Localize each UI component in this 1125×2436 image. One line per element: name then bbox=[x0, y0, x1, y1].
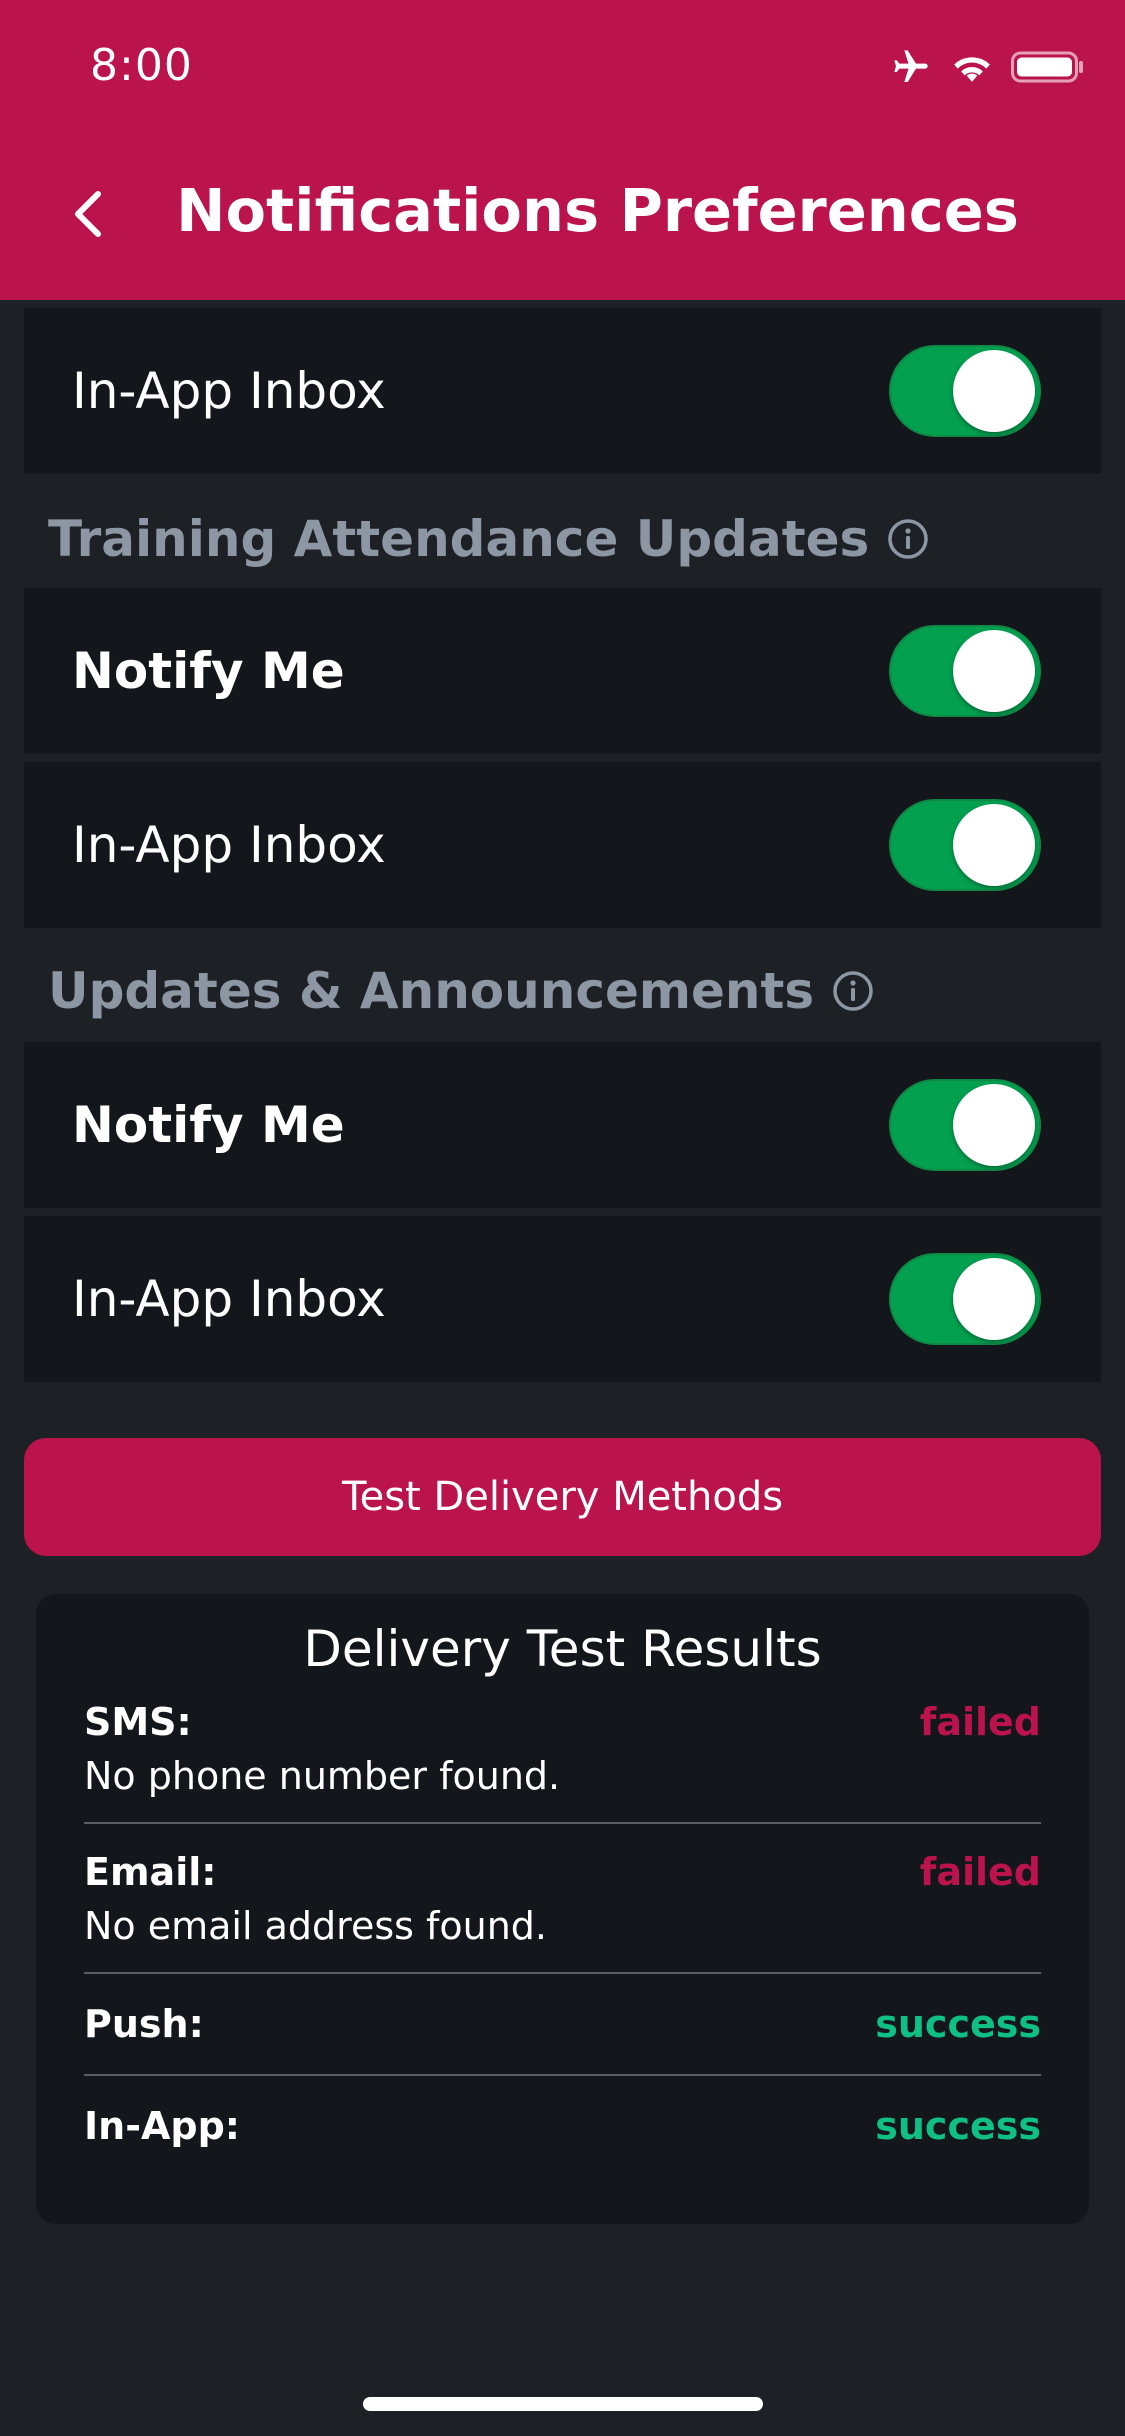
status-badge: success bbox=[875, 2104, 1041, 2148]
in-app-inbox-toggle[interactable] bbox=[889, 345, 1041, 437]
in-app-inbox-toggle[interactable] bbox=[889, 799, 1041, 891]
info-icon[interactable] bbox=[832, 970, 874, 1012]
result-item-in-app: In-App: success bbox=[84, 2076, 1041, 2176]
header: 8:00 Notifications Preferences bbox=[0, 0, 1125, 300]
status-badge: failed bbox=[919, 1850, 1041, 1894]
row-label: Notify Me bbox=[72, 642, 345, 700]
results-title: Delivery Test Results bbox=[303, 1620, 822, 1678]
toggle-knob bbox=[953, 1084, 1035, 1166]
section-title-training: Training Attendance Updates bbox=[48, 510, 929, 568]
row-label: Notify Me bbox=[72, 1096, 345, 1154]
result-detail: No email address found. bbox=[84, 1904, 547, 1948]
in-app-inbox-row: In-App Inbox bbox=[24, 308, 1101, 474]
notify-me-row: Notify Me bbox=[24, 1042, 1101, 1208]
notify-me-toggle[interactable] bbox=[889, 625, 1041, 717]
toggle-knob bbox=[953, 804, 1035, 886]
home-indicator bbox=[363, 2397, 763, 2411]
row-label: In-App Inbox bbox=[72, 362, 386, 420]
section-title-label: Updates & Announcements bbox=[48, 962, 815, 1020]
status-badge: failed bbox=[919, 1700, 1041, 1744]
in-app-inbox-row: In-App Inbox bbox=[24, 762, 1101, 928]
notify-me-row: Notify Me bbox=[24, 588, 1101, 754]
toggle-knob bbox=[953, 630, 1035, 712]
result-name: Push: bbox=[84, 2002, 204, 2046]
delivery-test-results-card: Delivery Test Results SMS: failed No pho… bbox=[36, 1594, 1089, 2224]
in-app-inbox-toggle[interactable] bbox=[889, 1253, 1041, 1345]
result-name: Email: bbox=[84, 1850, 217, 1894]
result-item-push: Push: success bbox=[84, 1974, 1041, 2076]
toggle-knob bbox=[953, 1258, 1035, 1340]
test-delivery-methods-button[interactable]: Test Delivery Methods bbox=[24, 1438, 1101, 1556]
result-name: SMS: bbox=[84, 1700, 192, 1744]
status-icons bbox=[889, 46, 1085, 92]
notify-me-toggle[interactable] bbox=[889, 1079, 1041, 1171]
result-name: In-App: bbox=[84, 2104, 240, 2148]
airplane-icon bbox=[889, 47, 933, 91]
toggle-knob bbox=[953, 350, 1035, 432]
result-item-sms: SMS: failed No phone number found. bbox=[84, 1694, 1041, 1824]
in-app-inbox-row: In-App Inbox bbox=[24, 1216, 1101, 1382]
wifi-icon bbox=[951, 49, 993, 89]
battery-icon bbox=[1011, 49, 1085, 89]
result-item-email: Email: failed No email address found. bbox=[84, 1824, 1041, 1974]
section-title-label: Training Attendance Updates bbox=[48, 510, 870, 568]
result-detail: No phone number found. bbox=[84, 1754, 561, 1798]
info-icon[interactable] bbox=[887, 518, 929, 560]
section-title-updates: Updates & Announcements bbox=[48, 962, 874, 1020]
page-title: Notifications Preferences bbox=[176, 176, 1019, 245]
row-label: In-App Inbox bbox=[72, 816, 386, 874]
row-label: In-App Inbox bbox=[72, 1270, 386, 1328]
status-badge: success bbox=[875, 2002, 1041, 2046]
status-time: 8:00 bbox=[90, 40, 193, 91]
